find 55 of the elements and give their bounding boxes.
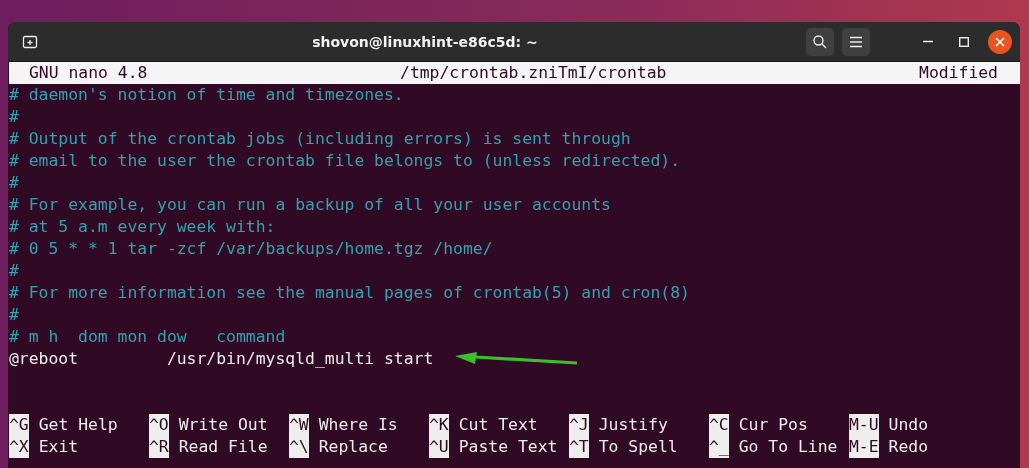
shortcut-label: Undo — [888, 414, 929, 436]
new-tab-icon — [22, 33, 38, 50]
modified-status: Modified — [919, 62, 998, 84]
shortcut-label: Redo — [888, 436, 929, 458]
menu-icon — [849, 35, 863, 48]
shortcut-key: ^O — [149, 414, 169, 436]
shortcut-key: ^U — [429, 436, 449, 458]
pointer-arrow-icon — [455, 352, 580, 366]
shortcut-key: M-E — [849, 436, 879, 458]
shortcut-key: M-U — [849, 414, 879, 436]
minimize-icon — [923, 40, 933, 43]
shortcut-label: Replace — [318, 436, 388, 458]
close-button[interactable] — [988, 29, 1012, 54]
shortcut-key: ^X — [9, 436, 29, 458]
comment-line: # — [9, 260, 19, 282]
search-button[interactable] — [806, 27, 834, 56]
comment-line: # m h dom mon dow command — [9, 326, 286, 348]
shortcut-key: ^C — [709, 414, 729, 436]
file-path: /tmp/crontab.zniTmI/crontab — [400, 62, 667, 84]
shortcut-label: Get Help — [38, 414, 118, 436]
shortcut-key: ^R — [149, 436, 169, 458]
comment-line: # at 5 a.m every week with: — [9, 216, 276, 238]
shortcut-label: Paste Text — [458, 436, 558, 458]
search-icon — [812, 33, 828, 50]
shortcut-key: ^K — [429, 414, 449, 436]
shortcut-label: Cur Pos — [738, 414, 808, 436]
shortcut-key: ^T — [569, 436, 589, 458]
comment-line: # For more information see the manual pages of crontab(5) and cron(8) — [9, 282, 690, 304]
shortcut-key: ^G — [9, 414, 29, 436]
shortcut-label: Exit — [38, 436, 79, 458]
code-line: @reboot /usr/bin/mysqld_multi start — [9, 348, 434, 370]
close-icon — [995, 36, 1005, 47]
shortcut-label: Read File — [178, 436, 268, 458]
shortcut-label: Cut Text — [458, 414, 538, 436]
nano-version: GNU nano 4.8 — [29, 62, 148, 84]
maximize-icon — [959, 36, 969, 47]
shortcut-label: To Spell — [598, 436, 678, 458]
comment-line: # — [9, 106, 19, 128]
comment-line: # Output of the crontab jobs (including errors) is sent through — [9, 128, 631, 150]
shortcut-label: Where Is — [318, 414, 398, 436]
comment-line: # For example, you can run a backup of all your user accounts — [9, 194, 611, 216]
window-title: shovon@linuxhint-e86c5d: ~ — [311, 33, 539, 50]
shortcut-label: Justify — [598, 414, 668, 436]
comment-line: # 0 5 * * 1 tar -zcf /var/backups/home.tgz /home/ — [9, 238, 493, 260]
comment-line: # daemon's notion of time and timezones. — [9, 84, 404, 106]
shortcut-key: ^_ — [709, 436, 729, 458]
shortcut-label: Go To Line — [738, 436, 838, 458]
shortcut-key: ^J — [569, 414, 589, 436]
menu-button[interactable] — [842, 27, 870, 56]
comment-line: # — [9, 172, 19, 194]
shortcut-key: ^\ — [289, 436, 309, 458]
comment-line: # — [9, 304, 19, 326]
shortcut-label: Write Out — [178, 414, 268, 436]
shortcut-key: ^W — [289, 414, 309, 436]
comment-line: # email to the user the crontab file belongs to (unless redirected). — [9, 150, 681, 172]
